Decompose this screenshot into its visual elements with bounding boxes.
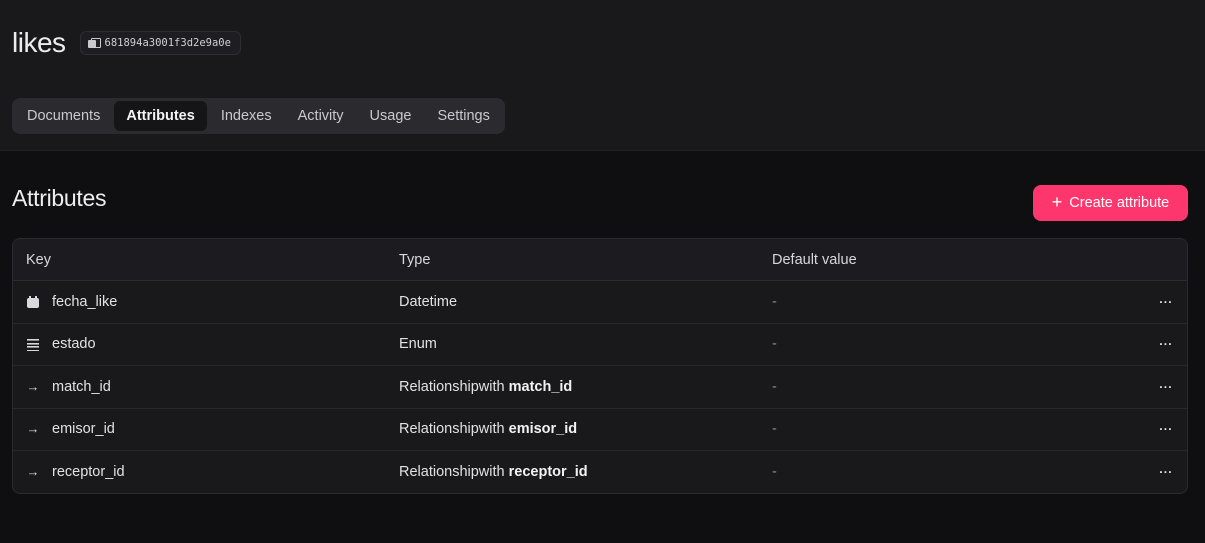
title-row: likes 681894a3001f3d2e9a0e xyxy=(12,26,241,60)
collection-id-copy-button[interactable]: 681894a3001f3d2e9a0e xyxy=(79,31,241,55)
attribute-default: - xyxy=(772,336,777,353)
tab-indexes[interactable]: Indexes xyxy=(209,101,284,131)
arrow-right-icon: → xyxy=(26,378,40,394)
collection-title: likes xyxy=(12,27,66,58)
attribute-key: match_id xyxy=(52,378,111,395)
table-row[interactable]: fecha_like Datetime - ··· xyxy=(13,281,1187,324)
create-attribute-button[interactable]: + Create attribute xyxy=(1033,185,1188,221)
column-header-key: Key xyxy=(26,251,51,268)
attribute-default: - xyxy=(772,464,777,481)
row-more-options-button[interactable]: ··· xyxy=(1154,377,1178,397)
attribute-key: receptor_id xyxy=(52,464,125,481)
column-header-type: Type xyxy=(399,251,431,268)
enum-list-icon xyxy=(26,337,40,352)
column-header-default: Default value xyxy=(772,251,857,268)
create-attribute-label: Create attribute xyxy=(1069,195,1170,211)
row-more-options-button[interactable]: ··· xyxy=(1154,462,1178,482)
attribute-key: estado xyxy=(52,336,96,353)
attribute-default: - xyxy=(772,293,777,310)
collection-tabs: Documents Attributes Indexes Activity Us… xyxy=(12,98,505,134)
tab-attributes[interactable]: Attributes xyxy=(114,101,207,131)
calendar-icon xyxy=(26,295,40,309)
attribute-type: Enum xyxy=(399,336,437,353)
arrow-right-icon: → xyxy=(26,421,40,437)
table-row[interactable]: → emisor_id Relationshipwith emisor_id -… xyxy=(13,409,1187,451)
tab-documents[interactable]: Documents xyxy=(15,101,112,131)
copy-icon xyxy=(87,37,101,49)
attribute-default: - xyxy=(772,378,777,395)
arrow-right-icon: → xyxy=(26,464,40,480)
row-more-options-button[interactable]: ··· xyxy=(1154,419,1178,439)
tab-settings[interactable]: Settings xyxy=(425,101,501,131)
row-more-options-button[interactable]: ··· xyxy=(1154,292,1178,312)
attribute-key: fecha_like xyxy=(52,293,118,310)
attribute-type: Datetime xyxy=(399,293,458,310)
table-header: Key Type Default value xyxy=(13,239,1187,281)
table-row[interactable]: estado Enum - ··· xyxy=(13,324,1187,366)
table-row[interactable]: → receptor_id Relationshipwith receptor_… xyxy=(13,451,1187,493)
attribute-default: - xyxy=(772,421,777,438)
attribute-type: Relationshipwith emisor_id xyxy=(399,421,578,438)
attributes-table: Key Type Default value fecha_like Dateti… xyxy=(12,238,1188,494)
collection-header: likes 681894a3001f3d2e9a0e Documents Att… xyxy=(0,0,1205,151)
row-more-options-button[interactable]: ··· xyxy=(1154,334,1178,354)
attribute-type: Relationshipwith match_id xyxy=(399,378,573,395)
table-row[interactable]: → match_id Relationshipwith match_id - ·… xyxy=(13,366,1187,409)
attribute-type: Relationshipwith receptor_id xyxy=(399,464,588,481)
section-title: Attributes xyxy=(12,185,107,211)
tab-activity[interactable]: Activity xyxy=(286,101,356,131)
plus-icon: + xyxy=(1051,192,1063,212)
collection-id: 681894a3001f3d2e9a0e xyxy=(104,37,231,49)
attribute-key: emisor_id xyxy=(52,421,115,438)
tab-usage[interactable]: Usage xyxy=(358,101,424,131)
